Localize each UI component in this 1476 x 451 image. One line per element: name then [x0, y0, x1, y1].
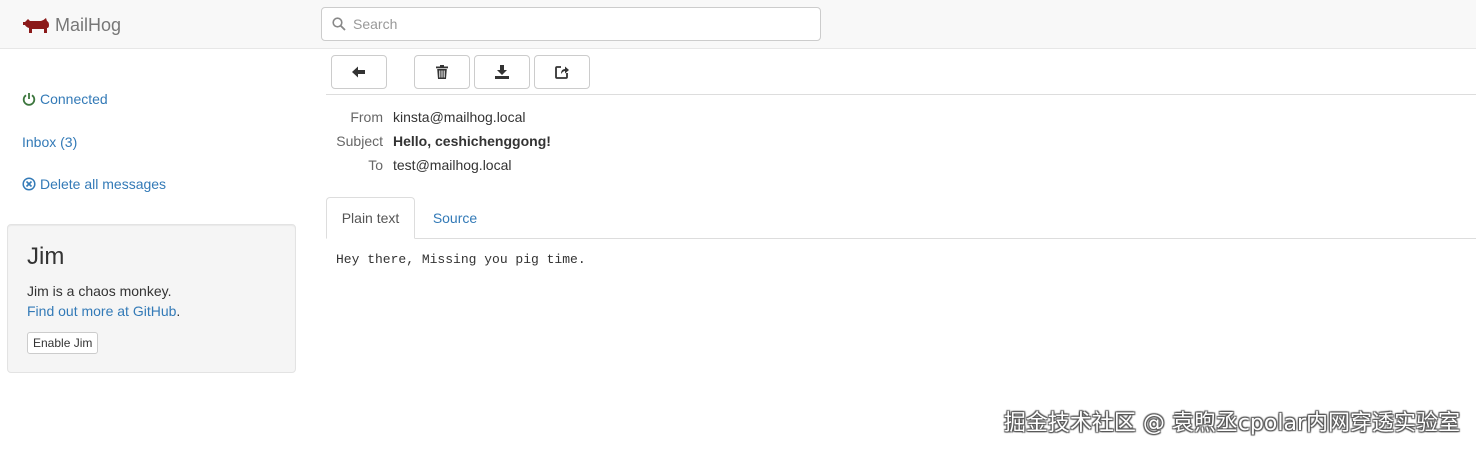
- message-body: Hey there, Missing you pig time.: [336, 252, 586, 267]
- to-label: To: [368, 157, 383, 173]
- from-value: kinsta@mailhog.local: [393, 109, 526, 125]
- search-icon: [332, 17, 346, 31]
- download-button[interactable]: [474, 55, 530, 89]
- github-link[interactable]: Find out more at GitHub: [27, 303, 176, 319]
- toolbar-divider: [326, 94, 1476, 95]
- jim-more-suffix: .: [176, 303, 181, 319]
- subject-value: Hello, ceshichenggong!: [393, 133, 551, 149]
- search-box[interactable]: [321, 7, 821, 41]
- from-label: From: [350, 109, 383, 125]
- sidebar-item-inbox[interactable]: Inbox (3): [22, 134, 77, 150]
- delete-all-messages-link[interactable]: Delete all messages: [22, 176, 166, 192]
- trash-icon: [436, 65, 448, 79]
- connected-label: Connected: [40, 91, 108, 107]
- app-title: MailHog: [55, 14, 122, 35]
- jim-more-line: Find out more at GitHub.: [27, 303, 180, 319]
- tab-source[interactable]: Source: [418, 197, 492, 239]
- search-input[interactable]: [353, 16, 793, 32]
- tab-plain-text[interactable]: Plain text: [326, 197, 415, 239]
- release-button[interactable]: [534, 55, 590, 89]
- subject-label: Subject: [336, 133, 383, 149]
- brand[interactable]: MailHog: [22, 13, 121, 37]
- remove-circle-icon: [22, 177, 36, 191]
- jim-description: Jim is a chaos monkey.: [27, 283, 172, 299]
- connection-status[interactable]: Connected: [22, 91, 108, 107]
- release-icon: [555, 66, 569, 79]
- delete-message-button[interactable]: [414, 55, 470, 89]
- back-arrow-icon: [352, 66, 365, 78]
- top-navbar: MailHog: [0, 0, 1476, 49]
- watermark: 掘金技术社区 @ 袁煦丞cpolar内网穿透实验室: [1003, 411, 1460, 436]
- enable-jim-button[interactable]: Enable Jim: [27, 332, 99, 354]
- pig-logo-icon: [23, 18, 49, 33]
- jim-title: Jim: [27, 243, 65, 270]
- to-value: test@mailhog.local: [393, 157, 512, 173]
- download-icon: [495, 65, 509, 79]
- delete-all-label: Delete all messages: [40, 176, 167, 192]
- tabs-divider: [326, 238, 1476, 239]
- power-icon: [22, 93, 36, 106]
- jim-panel: Jim Jim is a chaos monkey. Find out more…: [7, 224, 296, 373]
- back-button[interactable]: [331, 55, 387, 89]
